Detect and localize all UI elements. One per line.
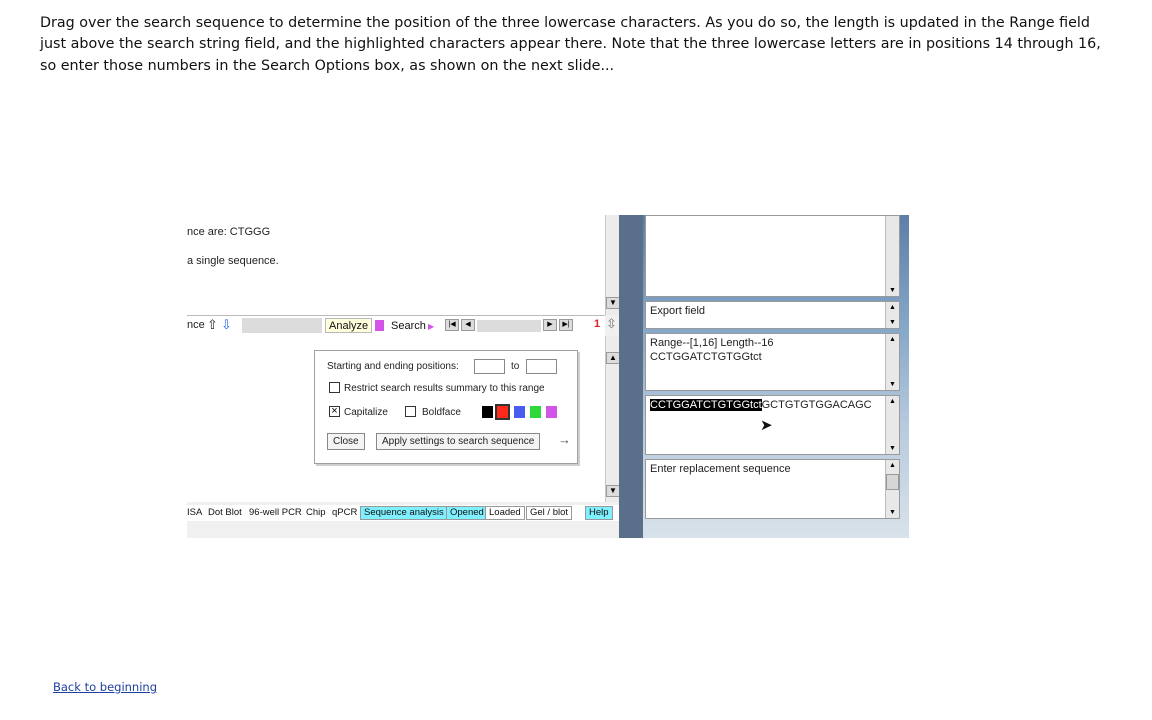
range-field[interactable]: Range--[1,16] Length--16 CCTGGATCTGTGGtc… xyxy=(645,333,900,391)
replacement-field[interactable]: Enter replacement sequence ▲ ▼ xyxy=(645,459,900,519)
unselected-sequence: GCTGTGTGGACAGC xyxy=(761,399,872,411)
arrow-up-icon[interactable]: ⇧ xyxy=(207,317,218,333)
color-swatch-blue[interactable] xyxy=(514,406,525,418)
search-sequence-field[interactable]: CCTGGATCTGTGGtctGCTGTGTGGACAGC ➤ ▲ ▼ xyxy=(645,395,900,455)
scroll-up-icon[interactable]: ▲ xyxy=(886,334,899,345)
last-page-icon[interactable]: ▶| xyxy=(559,319,573,331)
updown-icon[interactable]: ⇳ xyxy=(606,316,617,332)
search-marker-icon xyxy=(375,320,384,331)
scrollbar[interactable]: ▲ ▼ xyxy=(885,334,899,390)
close-button[interactable]: Close xyxy=(327,433,365,450)
scroll-up-icon[interactable]: ▲ xyxy=(606,352,620,364)
scroll-up-icon[interactable]: ▲ xyxy=(886,460,899,471)
page-slider[interactable] xyxy=(477,320,541,332)
left-scrollbar[interactable]: ▼ xyxy=(605,215,620,315)
color-swatch-purple[interactable] xyxy=(546,406,557,418)
scrollbar[interactable]: ▲ ▼ xyxy=(885,396,899,454)
export-field[interactable]: Export field ▲ ▼ xyxy=(645,301,900,329)
color-swatch-green[interactable] xyxy=(530,406,541,418)
analyze-button[interactable]: Analyze xyxy=(325,318,373,333)
boldface-checkbox[interactable] xyxy=(405,406,416,417)
search-options-dialog: Starting and ending positions: to Restri… xyxy=(314,350,578,464)
positions-label: Starting and ending positions: xyxy=(327,361,459,372)
tab-gel-blot[interactable]: Gel / blot xyxy=(526,506,573,520)
tab-loaded[interactable]: Loaded xyxy=(485,506,525,520)
scrollbar[interactable]: ▲ ▼ xyxy=(885,460,899,518)
toolbar-separator xyxy=(242,318,322,333)
export-field-label: Export field xyxy=(650,305,706,317)
sequence-info-area: nce are: CTGGG a single sequence. ▼ xyxy=(187,215,620,315)
scroll-down-icon[interactable]: ▼ xyxy=(606,485,620,497)
range-label: Range--[1,16] Length--16 xyxy=(650,337,774,349)
tab-sequence-analysis[interactable]: Sequence analysis xyxy=(360,506,448,520)
window-divider xyxy=(619,215,643,538)
toolbar-label: nce xyxy=(187,319,205,331)
sequence-info-line: nce are: CTGGG xyxy=(187,226,271,238)
apply-arrow-icon: → xyxy=(558,432,571,447)
scroll-down-icon[interactable]: ▼ xyxy=(606,297,620,309)
scroll-down-icon[interactable]: ▼ xyxy=(886,507,899,518)
sequence-scrollbar[interactable]: ▲ ▼ xyxy=(605,336,620,502)
restrict-label: Restrict search results summary to this … xyxy=(344,383,545,394)
scrollbar[interactable]: ▼ xyxy=(885,216,899,296)
scroll-up-icon[interactable]: ▲ xyxy=(886,302,899,313)
prev-page-icon[interactable]: ◀ xyxy=(461,319,475,331)
restrict-checkbox[interactable] xyxy=(329,382,340,393)
scroll-thumb[interactable] xyxy=(886,474,899,490)
scroll-down-icon[interactable]: ▼ xyxy=(886,379,899,390)
apply-button[interactable]: Apply settings to search sequence xyxy=(376,433,541,450)
back-to-beginning-link[interactable]: Back to beginning xyxy=(53,680,157,694)
tab-isa[interactable]: ISA xyxy=(187,507,202,518)
play-icon: ▶ xyxy=(428,322,435,331)
range-sequence: CCTGGATCTGTGGtct xyxy=(650,351,762,363)
sequence-info-line: a single sequence. xyxy=(187,255,279,267)
scroll-down-icon[interactable]: ▼ xyxy=(886,285,899,296)
first-page-icon[interactable]: |◀ xyxy=(445,319,459,331)
tab-chip[interactable]: Chip xyxy=(306,507,326,518)
module-tab-bar: ISA Dot Blot 96-well PCR Chip qPCR Seque… xyxy=(187,505,619,521)
scroll-up-icon[interactable]: ▲ xyxy=(886,396,899,407)
next-page-icon[interactable]: ▶ xyxy=(543,319,557,331)
selected-sequence: CCTGGATCTGTGGtct xyxy=(650,399,762,411)
color-swatch-red[interactable] xyxy=(495,404,510,420)
counter: 1 xyxy=(594,318,601,330)
end-position-input[interactable] xyxy=(526,359,557,374)
search-button[interactable]: Search xyxy=(387,318,430,333)
tab-help[interactable]: Help xyxy=(585,506,613,520)
to-label: to xyxy=(511,361,520,372)
tab-qpcr[interactable]: qPCR xyxy=(332,507,357,518)
start-position-input[interactable] xyxy=(474,359,505,374)
tab-96-well-pcr[interactable]: 96-well PCR xyxy=(249,507,302,518)
boldface-label: Boldface xyxy=(422,407,461,418)
scroll-down-icon[interactable]: ▼ xyxy=(886,443,899,454)
arrow-down-icon[interactable]: ⇩ xyxy=(221,317,232,333)
search-sequence-text: CCTGGATCTGTGGtctGCTGTGTGGACAGC xyxy=(650,399,872,411)
screenshot: nce are: CTGGG a single sequence. ▼ nce … xyxy=(187,215,909,538)
search-fields-panel: ▼ Export field ▲ ▼ Range--[1,16] Length-… xyxy=(643,215,909,538)
scrollbar[interactable]: ▲ ▼ xyxy=(885,302,899,328)
top-field: ▼ xyxy=(645,215,900,297)
mouse-cursor-icon: ➤ xyxy=(760,417,773,434)
scroll-down-icon[interactable]: ▼ xyxy=(886,317,899,328)
capitalize-label: Capitalize xyxy=(344,407,388,418)
color-swatch-black[interactable] xyxy=(482,406,493,418)
instructions-text: Drag over the search sequence to determi… xyxy=(40,15,1101,74)
toolbar: nce ⇧ ⇩ Analyze Search ▶ |◀ ◀ ▶ ▶| 1 ⇳ xyxy=(187,315,617,337)
tab-opened[interactable]: Opened xyxy=(446,506,488,520)
replacement-label: Enter replacement sequence xyxy=(650,463,791,475)
tab-dot-blot[interactable]: Dot Blot xyxy=(208,507,242,518)
capitalize-checkbox[interactable]: × xyxy=(329,406,340,417)
